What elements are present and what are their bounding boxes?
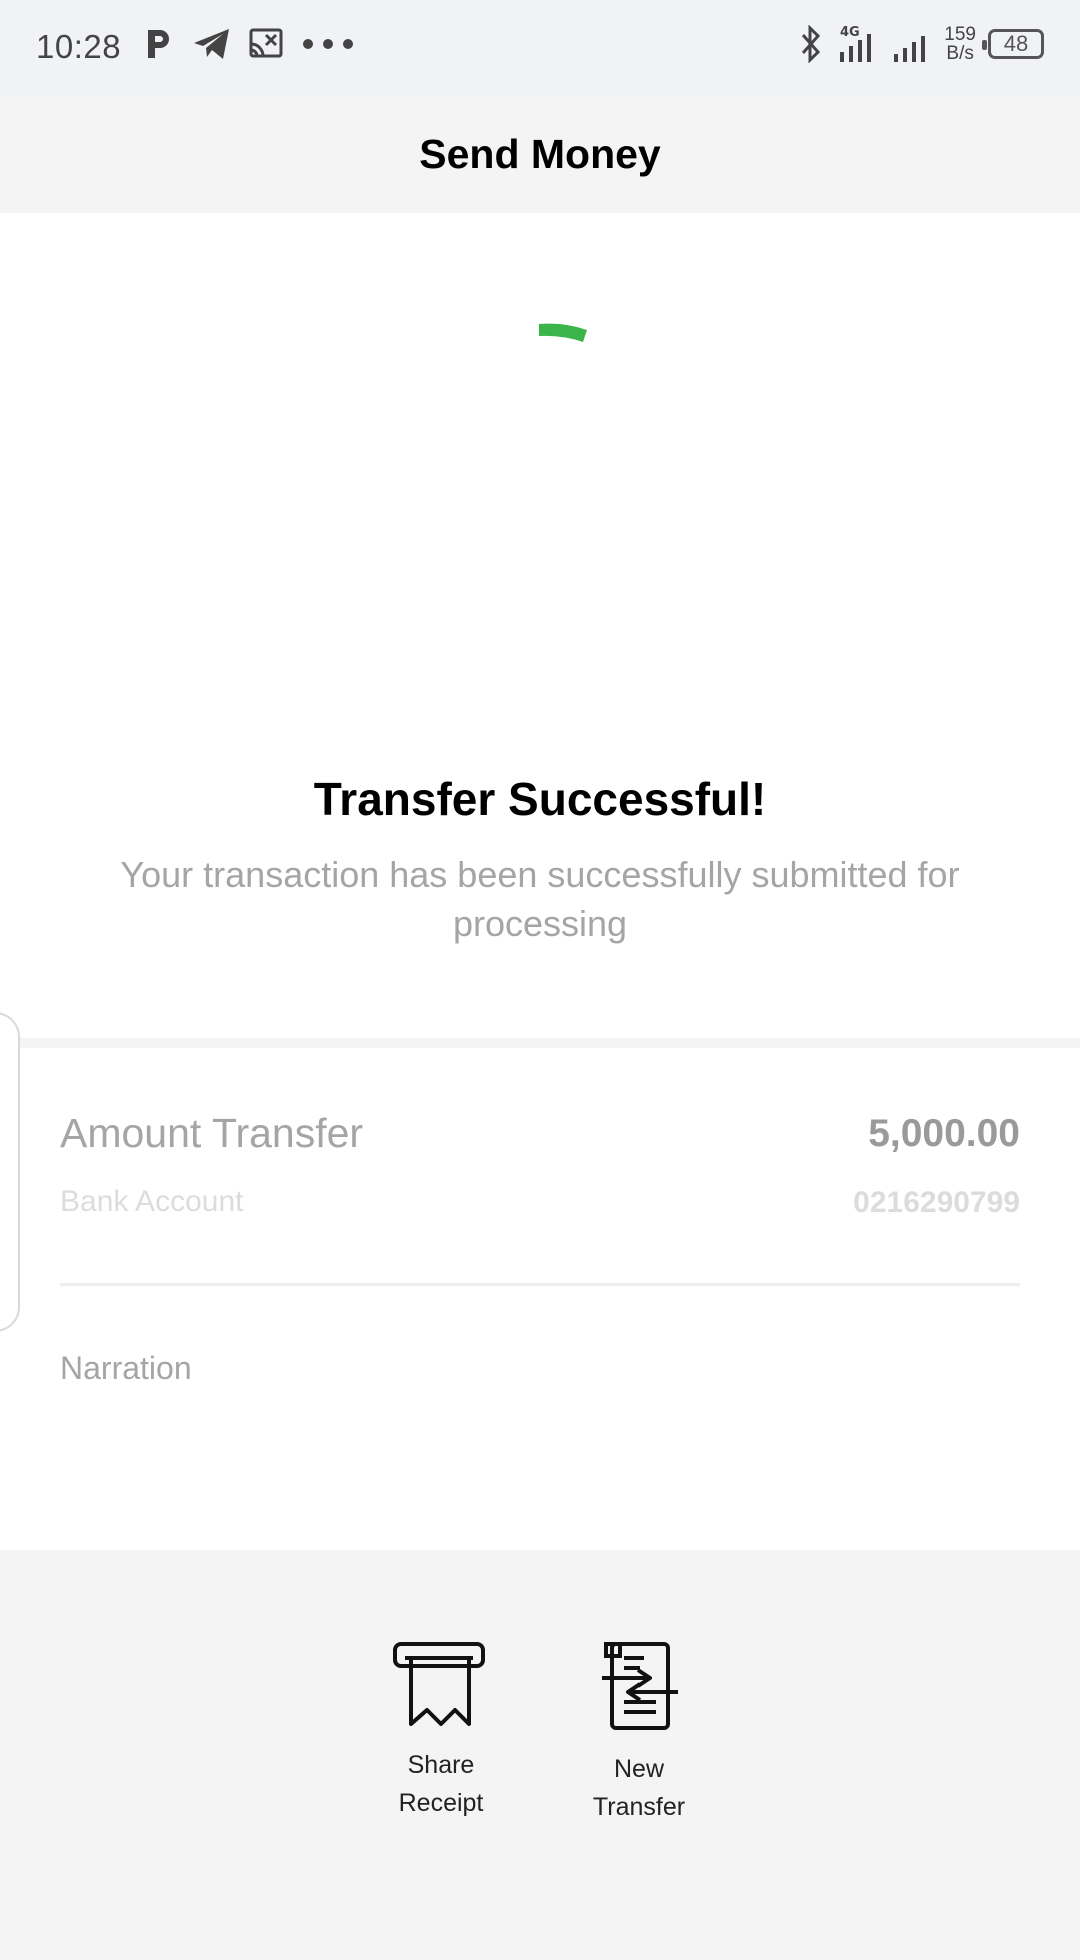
page-title: Send Money — [419, 131, 661, 177]
receipt-icon — [393, 1642, 485, 1726]
status-bar: 10:28 4G 159 B/s 48 — [0, 0, 1080, 96]
parking-app-icon — [148, 30, 169, 58]
narration-label: Narration — [60, 1350, 192, 1386]
network-speed: 159 B/s — [944, 25, 976, 63]
success-title: Transfer Successful! — [313, 773, 767, 825]
net-speed-unit: B/s — [946, 43, 974, 64]
section-divider — [0, 1038, 1080, 1048]
battery-level: 48 — [1003, 31, 1029, 56]
status-time: 10:28 — [36, 28, 122, 65]
bank-account-value: 0216290799 — [853, 1186, 1020, 1219]
loading-spinner-icon — [539, 323, 587, 342]
cast-icon — [249, 28, 283, 58]
share-receipt-label: Share Receipt — [398, 1751, 484, 1817]
new-transfer-button[interactable]: New Transfer — [559, 1640, 719, 1826]
app-header: Send Money — [0, 96, 1080, 213]
bank-account-label: Bank Account — [60, 1185, 244, 1218]
bluetooth-icon — [802, 25, 821, 63]
signal-4g-icon: 4G — [840, 25, 872, 62]
more-notifications-icon — [303, 39, 353, 49]
details-divider — [60, 1283, 1020, 1286]
status-right: 4G 159 B/s 48 — [798, 24, 1044, 64]
svg-text:4G: 4G — [840, 25, 860, 40]
share-receipt-button[interactable]: Share Receipt — [361, 1640, 521, 1822]
success-subtitle: Your transaction has been successfully s… — [120, 854, 960, 944]
new-transfer-label: New Transfer — [592, 1755, 686, 1821]
battery-icon: 48 — [982, 29, 1044, 59]
actions-area — [0, 1550, 1080, 1960]
notification-icons — [142, 26, 356, 62]
net-speed-value: 159 — [944, 24, 976, 45]
signal-icon — [894, 36, 926, 62]
telegram-icon — [194, 29, 229, 59]
amount-label: Amount Transfer — [60, 1110, 364, 1156]
transfer-document-icon — [602, 1642, 678, 1730]
amount-value: 5,000.00 — [868, 1112, 1020, 1155]
side-drawer-handle[interactable] — [0, 1012, 20, 1332]
